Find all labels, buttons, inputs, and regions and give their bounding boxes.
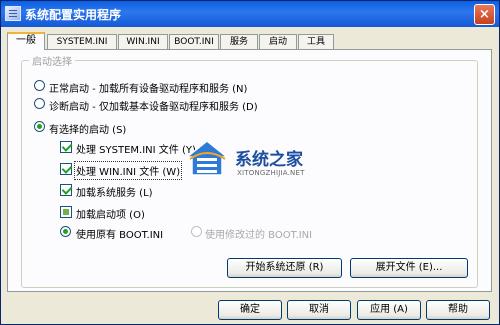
tab-boot-ini[interactable]: BOOT.INI	[169, 34, 219, 49]
load-system-services-checkbox[interactable]	[60, 184, 72, 196]
process-system-ini-label[interactable]: 处理 SYSTEM.INI 文件 (Y)	[76, 141, 196, 156]
tab-startup[interactable]: 启动	[259, 34, 297, 49]
site-watermark: 系统之家 XITONGZHIJIA.NET	[185, 137, 355, 187]
use-modified-boot-ini-label: 使用修改过的 BOOT.INI	[205, 230, 313, 241]
tab-tools[interactable]: 工具	[298, 34, 334, 49]
ok-button[interactable]: 确定	[218, 300, 282, 320]
tab-services[interactable]: 服务	[220, 34, 258, 49]
load-system-services-label[interactable]: 加载系统服务 (L)	[76, 184, 153, 199]
process-system-ini-checkbox[interactable]	[60, 141, 72, 153]
diagnostic-startup-radio[interactable]	[34, 98, 45, 109]
cancel-button[interactable]: 取消	[287, 300, 351, 320]
apply-button[interactable]: 应用 (A)	[357, 300, 421, 320]
expand-file-button[interactable]: 展开文件 (E)...	[350, 258, 468, 278]
normal-startup-label[interactable]: 正常启动 - 加载所有设备驱动程序和服务 (N)	[49, 80, 247, 95]
use-modified-boot-ini-radio	[191, 226, 202, 237]
close-button[interactable]: ×	[474, 4, 495, 25]
tab-win-ini[interactable]: WIN.INI	[118, 34, 168, 49]
selective-startup-label[interactable]: 有选择的启动 (S)	[49, 121, 126, 136]
tab-system-ini[interactable]: SYSTEM.INI	[47, 34, 117, 49]
system-config-window: 系统配置实用程序 × 一般 SYSTEM.INI WIN.INI BOOT.IN…	[0, 0, 500, 325]
title-bar[interactable]: 系统配置实用程序 ×	[1, 1, 499, 27]
process-win-ini-checkbox[interactable]	[60, 163, 72, 175]
app-icon	[5, 6, 21, 21]
house-logo-icon	[185, 140, 229, 176]
startup-selection-legend: 启动选择	[29, 53, 75, 68]
window-title: 系统配置实用程序	[25, 8, 122, 22]
watermark-title: 系统之家	[235, 150, 303, 170]
diagnostic-startup-label[interactable]: 诊断启动 - 仅加载基本设备驱动程序和服务 (D)	[49, 98, 258, 113]
help-button[interactable]: 帮助	[426, 300, 490, 320]
load-startup-items-label[interactable]: 加载启动项 (O)	[76, 206, 145, 221]
tab-general[interactable]: 一般	[7, 32, 45, 50]
load-startup-items-checkbox[interactable]	[60, 206, 72, 218]
start-system-restore-button[interactable]: 开始系统还原 (R)	[227, 258, 342, 278]
normal-startup-radio[interactable]	[34, 80, 45, 91]
process-win-ini-label[interactable]: 处理 WIN.INI 文件 (W)	[73, 161, 183, 180]
selective-startup-radio[interactable]	[34, 121, 45, 132]
use-original-boot-ini-radio[interactable]	[60, 226, 71, 237]
use-original-boot-ini-label[interactable]: 使用原有 BOOT.INI	[76, 226, 163, 241]
watermark-url: XITONGZHIJIA.NET	[237, 169, 305, 177]
